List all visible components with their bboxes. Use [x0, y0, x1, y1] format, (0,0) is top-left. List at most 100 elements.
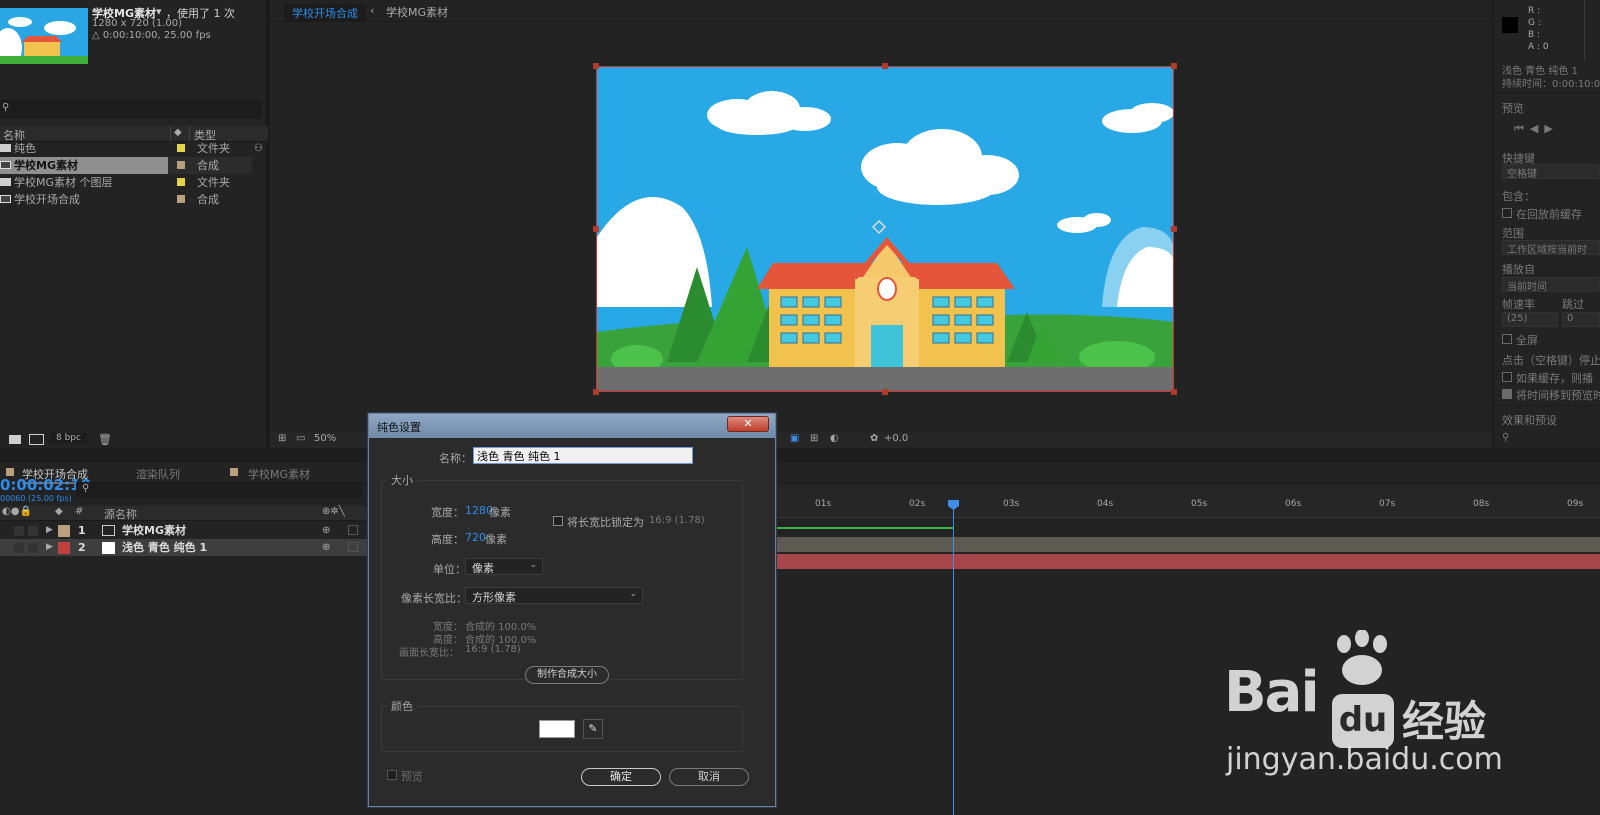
transform-handle[interactable]	[593, 389, 599, 395]
layer-2-duration-bar[interactable]	[777, 554, 1600, 569]
ruler-tick: 06s	[1285, 499, 1302, 509]
layer-1-duration-bar[interactable]	[777, 537, 1600, 552]
range-select[interactable]: 工作区域按当前时	[1502, 240, 1600, 255]
transform-handle[interactable]	[882, 63, 888, 69]
transform-handle[interactable]	[1171, 63, 1177, 69]
frame-count: 00060 (25.00 fps)	[0, 494, 72, 503]
make-comp-size-button[interactable]: 制作合成大小	[525, 666, 609, 684]
playback-controls[interactable]: ⏮◀▶	[1514, 122, 1559, 136]
tab-mg[interactable]: 学校MG素材	[248, 466, 310, 482]
unit-select[interactable]: 像素 ⌄	[465, 558, 543, 575]
name-input[interactable]	[473, 447, 693, 464]
ruler-tick: 03s	[1003, 499, 1020, 509]
collapse-switch-icon[interactable]: ⊕	[322, 522, 330, 539]
dialog-titlebar[interactable]: 纯色设置	[369, 414, 775, 438]
height-value[interactable]: 720	[465, 531, 486, 544]
layer-columns: ◐●🔒 ◆ # 源名称 ⊕✲╲	[0, 506, 368, 521]
layer-row[interactable]: ▶ 1 学校MG素材 ⊕	[0, 522, 368, 539]
dialog-title: 纯色设置	[377, 421, 421, 434]
tab-render-queue[interactable]: 渲染队列	[136, 466, 180, 482]
col-source-name[interactable]: 源名称	[104, 506, 137, 522]
preview-checkbox[interactable]	[387, 770, 397, 780]
transform-handle[interactable]	[593, 226, 599, 232]
cancel-button[interactable]: 取消	[669, 768, 749, 786]
flowchart-icon[interactable]: ⚇	[254, 143, 263, 154]
magnify-icon[interactable]: ⊞	[278, 433, 286, 444]
color-swatch[interactable]	[539, 720, 575, 738]
exposure-value[interactable]: +0.0	[884, 433, 908, 444]
move-time-checkbox[interactable]	[1502, 389, 1512, 399]
label-swatch[interactable]	[58, 542, 70, 554]
label-swatch[interactable]	[177, 195, 185, 203]
ruler-tick: 02s	[909, 499, 926, 509]
expand-arrow-icon[interactable]: ▶	[46, 539, 53, 556]
expand-arrow-icon[interactable]: ▶	[46, 522, 53, 539]
skip-select[interactable]: 0	[1562, 312, 1600, 327]
lock-aspect-checkbox[interactable]	[553, 516, 563, 526]
visibility-icons[interactable]: ◐●🔒	[2, 506, 32, 517]
label-swatch[interactable]	[177, 144, 185, 152]
transform-handle[interactable]	[1171, 389, 1177, 395]
if-cached-checkbox[interactable]	[1502, 372, 1512, 382]
eyedropper-icon[interactable]: ✎	[583, 719, 603, 739]
bpc-button[interactable]: 8 bpc	[50, 433, 87, 443]
switches-icons[interactable]: ⊕✲╲	[322, 506, 345, 517]
play-from-select[interactable]: 当前时间	[1502, 277, 1600, 293]
transform-handle[interactable]	[882, 389, 888, 395]
folder-icon	[0, 144, 11, 152]
trash-icon[interactable]: 🗑	[98, 433, 112, 446]
channel-icon[interactable]: ◐	[830, 433, 839, 444]
quality-switch[interactable]	[348, 542, 358, 552]
transform-handle[interactable]	[593, 63, 599, 69]
solid-settings-dialog: 纯色设置 ✕ 名称： 大小 宽度： 1280 像素 高度： 720 像素 将长宽…	[368, 413, 776, 807]
fullscreen-checkbox[interactable]	[1502, 334, 1512, 344]
dropdown-arrow-icon[interactable]: ▾	[156, 5, 162, 18]
cache-checkbox[interactable]	[1502, 208, 1512, 218]
region-icon[interactable]: ▣	[790, 433, 799, 444]
breadcrumb-item[interactable]: 学校MG素材	[386, 4, 448, 20]
color-swatch	[1502, 17, 1518, 33]
monitor-icon[interactable]: ▭	[296, 433, 305, 444]
effects-search-icon[interactable]: ⚲	[1502, 432, 1509, 443]
layer-row-selected[interactable]: ▶ 2 浅色 青色 纯色 1 ⊕	[0, 539, 368, 556]
project-search-input[interactable]: ⚲	[0, 100, 262, 118]
shortcut-select[interactable]: 空格键	[1502, 164, 1600, 180]
ruler-tick: 04s	[1097, 499, 1114, 509]
composition-icon	[102, 525, 115, 536]
transform-handle[interactable]	[1171, 226, 1177, 232]
project-item[interactable]: 学校开场合成 合成	[0, 191, 252, 208]
label-tag-icon[interactable]: ◆	[55, 506, 63, 517]
collapse-switch-icon[interactable]: ⊕	[322, 539, 330, 556]
label-swatch[interactable]	[177, 161, 185, 169]
label-swatch[interactable]	[58, 525, 70, 537]
project-item-selected[interactable]: 学校MG素材	[0, 157, 168, 174]
item-duration: △ 0:00:10:00, 25.00 fps	[92, 30, 211, 41]
time-ruler[interactable]: 01s 02s 03s 04s 05s 06s 07s 08s 09s	[777, 496, 1600, 518]
comp-canvas[interactable]	[596, 66, 1174, 392]
solid-icon	[102, 542, 115, 554]
new-folder-icon[interactable]	[9, 435, 21, 444]
name-label: 名称：	[439, 452, 472, 465]
grid-icon[interactable]: ⊞	[810, 433, 818, 444]
zoom-select[interactable]: 50%	[314, 433, 336, 444]
quality-switch[interactable]	[348, 525, 358, 535]
timeline-search-input[interactable]: ⚲	[76, 482, 362, 498]
close-button[interactable]: ✕	[727, 416, 769, 432]
breadcrumb-active[interactable]: 学校开场合成	[284, 4, 366, 22]
project-item[interactable]: 纯色 文件夹	[0, 140, 252, 157]
ok-button[interactable]: 确定	[581, 768, 661, 786]
new-comp-icon[interactable]	[29, 434, 44, 445]
project-item-meta[interactable]: 合成	[168, 157, 252, 174]
work-area-cache-bar	[777, 527, 953, 529]
exposure-icon[interactable]: ✿	[870, 433, 878, 444]
playhead-line[interactable]	[953, 500, 954, 815]
pixel-aspect-select[interactable]: 方形像素 ⌄	[465, 587, 643, 604]
label-tag-icon[interactable]: ◆	[174, 127, 182, 138]
color-title: 颜色	[387, 698, 417, 714]
frame-rate-select[interactable]: (25)	[1502, 312, 1558, 327]
project-item[interactable]: 学校MG素材 个图层 文件夹	[0, 174, 252, 191]
size-title: 大小	[387, 472, 417, 488]
dialog-body: 名称： 大小 宽度： 1280 像素 高度： 720 像素 将长宽比锁定为 16…	[375, 438, 769, 802]
label-swatch[interactable]	[177, 178, 185, 186]
item-dims: 1280 x 720 (1.00)	[92, 18, 183, 29]
